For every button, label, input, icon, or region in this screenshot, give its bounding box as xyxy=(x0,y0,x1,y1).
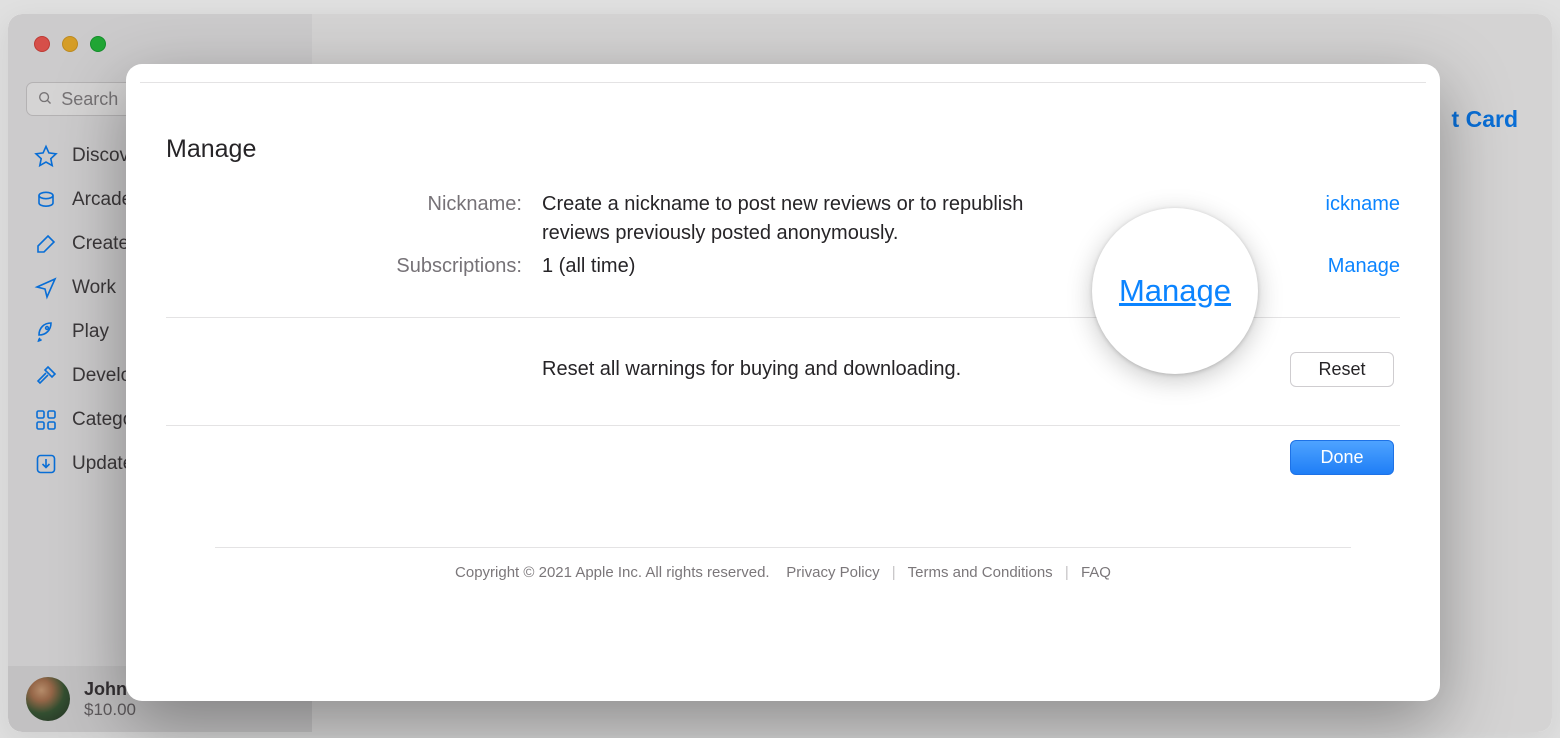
nickname-label: Nickname: xyxy=(166,190,522,219)
manage-subscriptions-link[interactable]: Manage xyxy=(1328,255,1400,277)
section-title-manage: Manage xyxy=(166,135,1400,164)
modal-footer: Copyright © 2021 Apple Inc. All rights r… xyxy=(166,531,1400,599)
manage-link-callout: Manage xyxy=(1092,208,1258,374)
done-button[interactable]: Done xyxy=(1290,440,1394,475)
faq-link[interactable]: FAQ xyxy=(1081,564,1111,581)
account-settings-modal: Manage Nickname: Create a nickname to po… xyxy=(126,64,1440,701)
reset-button[interactable]: Reset xyxy=(1290,352,1394,387)
edit-nickname-link[interactable]: ickname xyxy=(1326,193,1400,215)
subscriptions-label: Subscriptions: xyxy=(166,252,522,281)
terms-link[interactable]: Terms and Conditions xyxy=(908,564,1053,581)
manage-link-magnified[interactable]: Manage xyxy=(1119,273,1231,309)
copyright-text: Copyright © 2021 Apple Inc. All rights r… xyxy=(455,564,770,581)
privacy-policy-link[interactable]: Privacy Policy xyxy=(786,564,879,581)
